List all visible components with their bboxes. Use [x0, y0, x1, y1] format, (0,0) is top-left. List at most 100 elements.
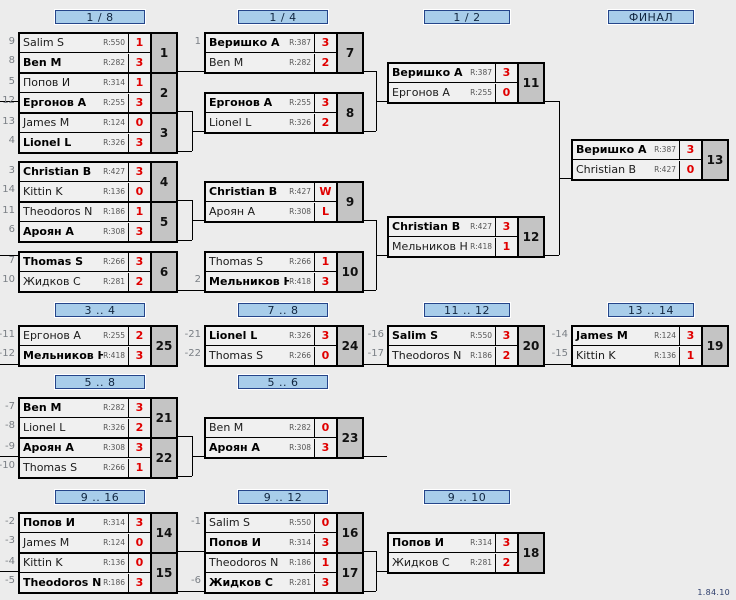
player-row[interactable]: Salim S R:550 3 [389, 327, 517, 346]
player-row[interactable]: Thomas S R:266 1 [206, 253, 336, 272]
match-box-m13[interactable]: Веришко А R:387 3 Christian B R:427 0 13 [571, 139, 729, 181]
match-box-m23[interactable]: Ben M R:282 0 Ароян А R:308 3 23 [204, 417, 364, 459]
player-row[interactable]: Kittin K R:136 0 [20, 182, 150, 201]
player-row[interactable]: Christian B R:427 0 [573, 160, 701, 179]
match-box-m10[interactable]: Thomas S R:266 1 Мельников Н R:418 3 10 [204, 251, 364, 293]
player-row[interactable]: Жидков С R:281 2 [389, 553, 517, 572]
player-row[interactable]: Salim S R:550 0 [206, 514, 336, 533]
player-row[interactable]: Попов И R:314 3 [20, 514, 150, 533]
match-box-m15[interactable]: Kittin K R:136 0 Theodoros N R:186 3 15 [18, 552, 178, 594]
match-box-m22[interactable]: Ароян А R:308 3 Thomas S R:266 1 22 [18, 437, 178, 479]
player-row[interactable]: Веришко А R:387 3 [206, 34, 336, 53]
player-row[interactable]: Попов И R:314 1 [20, 74, 150, 93]
player-name: Попов И [392, 536, 444, 549]
match-box-m7[interactable]: Веришко А R:387 3 Ben M R:282 2 7 [204, 32, 364, 74]
match-players: Веришко А R:387 3 Ben M R:282 2 [206, 34, 336, 72]
player-row[interactable]: Theodoros N R:186 2 [389, 346, 517, 365]
match-box-m11[interactable]: Веришко А R:387 3 Ергонов А R:255 0 11 [387, 62, 545, 104]
player-name: Salim S [392, 329, 439, 342]
player-row[interactable]: James M R:124 0 [20, 533, 150, 552]
player-row[interactable]: James M R:124 0 [20, 114, 150, 133]
player-row[interactable]: Theodoros N R:186 1 [206, 554, 336, 573]
player-row[interactable]: Ергонов А R:255 3 [20, 93, 150, 112]
player-row[interactable]: Ben M R:282 3 [20, 53, 150, 72]
player-score: 3 [128, 514, 150, 532]
player-row[interactable]: Попов И R:314 3 [389, 534, 517, 553]
connector-line [192, 220, 204, 221]
match-box-m25[interactable]: Ергонов А R:255 2 Мельников Н R:418 3 25 [18, 325, 178, 367]
match-box-m14[interactable]: Попов И R:314 3 James M R:124 0 14 [18, 512, 178, 554]
player-row[interactable]: Ароян А R:308 L [206, 202, 336, 221]
seed-label: -4 [5, 556, 15, 567]
player-name: Lionel L [209, 329, 258, 342]
player-row[interactable]: Мельников Н R:418 3 [20, 346, 150, 365]
match-box-m4[interactable]: Christian B R:427 3 Kittin K R:136 0 4 [18, 161, 178, 203]
player-row[interactable]: Christian B R:427 W [206, 183, 336, 202]
player-row[interactable]: Lionel L R:326 2 [20, 418, 150, 437]
player-row[interactable]: Ароян А R:308 3 [20, 222, 150, 241]
match-box-m19[interactable]: James M R:124 3 Kittin K R:136 1 19 [571, 325, 729, 367]
player-row[interactable]: Lionel L R:326 2 [206, 113, 336, 132]
player-row[interactable]: Christian B R:427 3 [389, 218, 517, 237]
player-row[interactable]: Ергонов А R:255 2 [20, 327, 150, 346]
player-score: 3 [128, 346, 150, 365]
player-rating: R:418 [470, 241, 492, 251]
player-row[interactable]: Ароян А R:308 3 [20, 439, 150, 458]
player-row[interactable]: Lionel L R:326 3 [206, 327, 336, 346]
connector-line [545, 255, 559, 256]
connector-line [545, 364, 571, 365]
player-row[interactable]: Theodoros N R:186 3 [20, 573, 150, 592]
match-box-m5[interactable]: Theodoros N R:186 1 Ароян А R:308 3 5 [18, 201, 178, 243]
player-rating: R:427 [289, 187, 311, 196]
match-box-m18[interactable]: Попов И R:314 3 Жидков С R:281 2 18 [387, 532, 545, 574]
match-players: James M R:124 0 Lionel L R:326 3 [20, 114, 150, 152]
match-box-m24[interactable]: Lionel L R:326 3 Thomas S R:266 0 24 [204, 325, 364, 367]
player-row[interactable]: Мельников Н R:418 1 [389, 237, 517, 256]
player-row[interactable]: Christian B R:427 3 [20, 163, 150, 182]
player-row[interactable]: Жидков С R:281 3 [206, 573, 336, 592]
player-row[interactable]: Жидков С R:281 2 [20, 272, 150, 291]
seed-label: 10 [2, 274, 15, 285]
player-row[interactable]: Веришко А R:387 3 [573, 141, 701, 160]
match-box-m21[interactable]: Ben M R:282 3 Lionel L R:326 2 21 [18, 397, 178, 439]
match-box-m20[interactable]: Salim S R:550 3 Theodoros N R:186 2 20 [387, 325, 545, 367]
player-row[interactable]: Kittin K R:136 1 [573, 346, 701, 365]
player-name: Christian B [576, 162, 637, 176]
match-players: Попов И R:314 3 Жидков С R:281 2 [389, 534, 517, 572]
match-box-m3[interactable]: James M R:124 0 Lionel L R:326 3 3 [18, 112, 178, 154]
connector-line [0, 571, 18, 572]
player-row[interactable]: Theodoros N R:186 1 [20, 203, 150, 222]
connector-line [178, 240, 192, 241]
player-row[interactable]: Ben M R:282 0 [206, 419, 336, 438]
match-box-m8[interactable]: Ергонов А R:255 3 Lionel L R:326 2 8 [204, 92, 364, 134]
match-box-m2[interactable]: Попов И R:314 1 Ергонов А R:255 3 2 [18, 72, 178, 114]
player-row[interactable]: Thomas S R:266 3 [20, 253, 150, 272]
player-row[interactable]: Salim S R:550 1 [20, 34, 150, 53]
match-box-m6[interactable]: Thomas S R:266 3 Жидков С R:281 2 6 [18, 251, 178, 293]
player-row[interactable]: Ben M R:282 3 [20, 399, 150, 418]
match-box-m17[interactable]: Theodoros N R:186 1 Жидков С R:281 3 17 [204, 552, 364, 594]
match-players: Salim S R:550 0 Попов И R:314 3 [206, 514, 336, 552]
player-row[interactable]: Веришко А R:387 3 [389, 64, 517, 83]
match-box-m1[interactable]: Salim S R:550 1 Ben M R:282 3 1 [18, 32, 178, 74]
player-row[interactable]: Thomas S R:266 1 [20, 458, 150, 477]
player-row[interactable]: Ароян А R:308 3 [206, 438, 336, 457]
player-row[interactable]: Lionel L R:326 3 [20, 133, 150, 152]
match-box-m12[interactable]: Christian B R:427 3 Мельников Н R:418 1 12 [387, 216, 545, 258]
player-row[interactable]: Ергонов А R:255 3 [206, 94, 336, 113]
player-row[interactable]: Ben M R:282 2 [206, 53, 336, 72]
player-row[interactable]: Мельников Н R:418 3 [206, 272, 336, 291]
match-box-m9[interactable]: Christian B R:427 W Ароян А R:308 L 9 [204, 181, 364, 223]
player-row[interactable]: James M R:124 3 [573, 327, 701, 346]
player-row[interactable]: Thomas S R:266 0 [206, 346, 336, 365]
player-row[interactable]: Попов И R:314 3 [206, 533, 336, 552]
seed-label: -9 [5, 441, 15, 452]
seed-label: 4 [8, 135, 15, 146]
round-label-c1314: 13 .. 14 [607, 302, 695, 318]
match-box-m16[interactable]: Salim S R:550 0 Попов И R:314 3 16 [204, 512, 364, 554]
player-score: 1 [495, 237, 517, 256]
player-rating: R:255 [470, 87, 492, 97]
player-row[interactable]: Ергонов А R:255 0 [389, 83, 517, 102]
player-row[interactable]: Kittin K R:136 0 [20, 554, 150, 573]
seed-label: 8 [8, 55, 15, 66]
